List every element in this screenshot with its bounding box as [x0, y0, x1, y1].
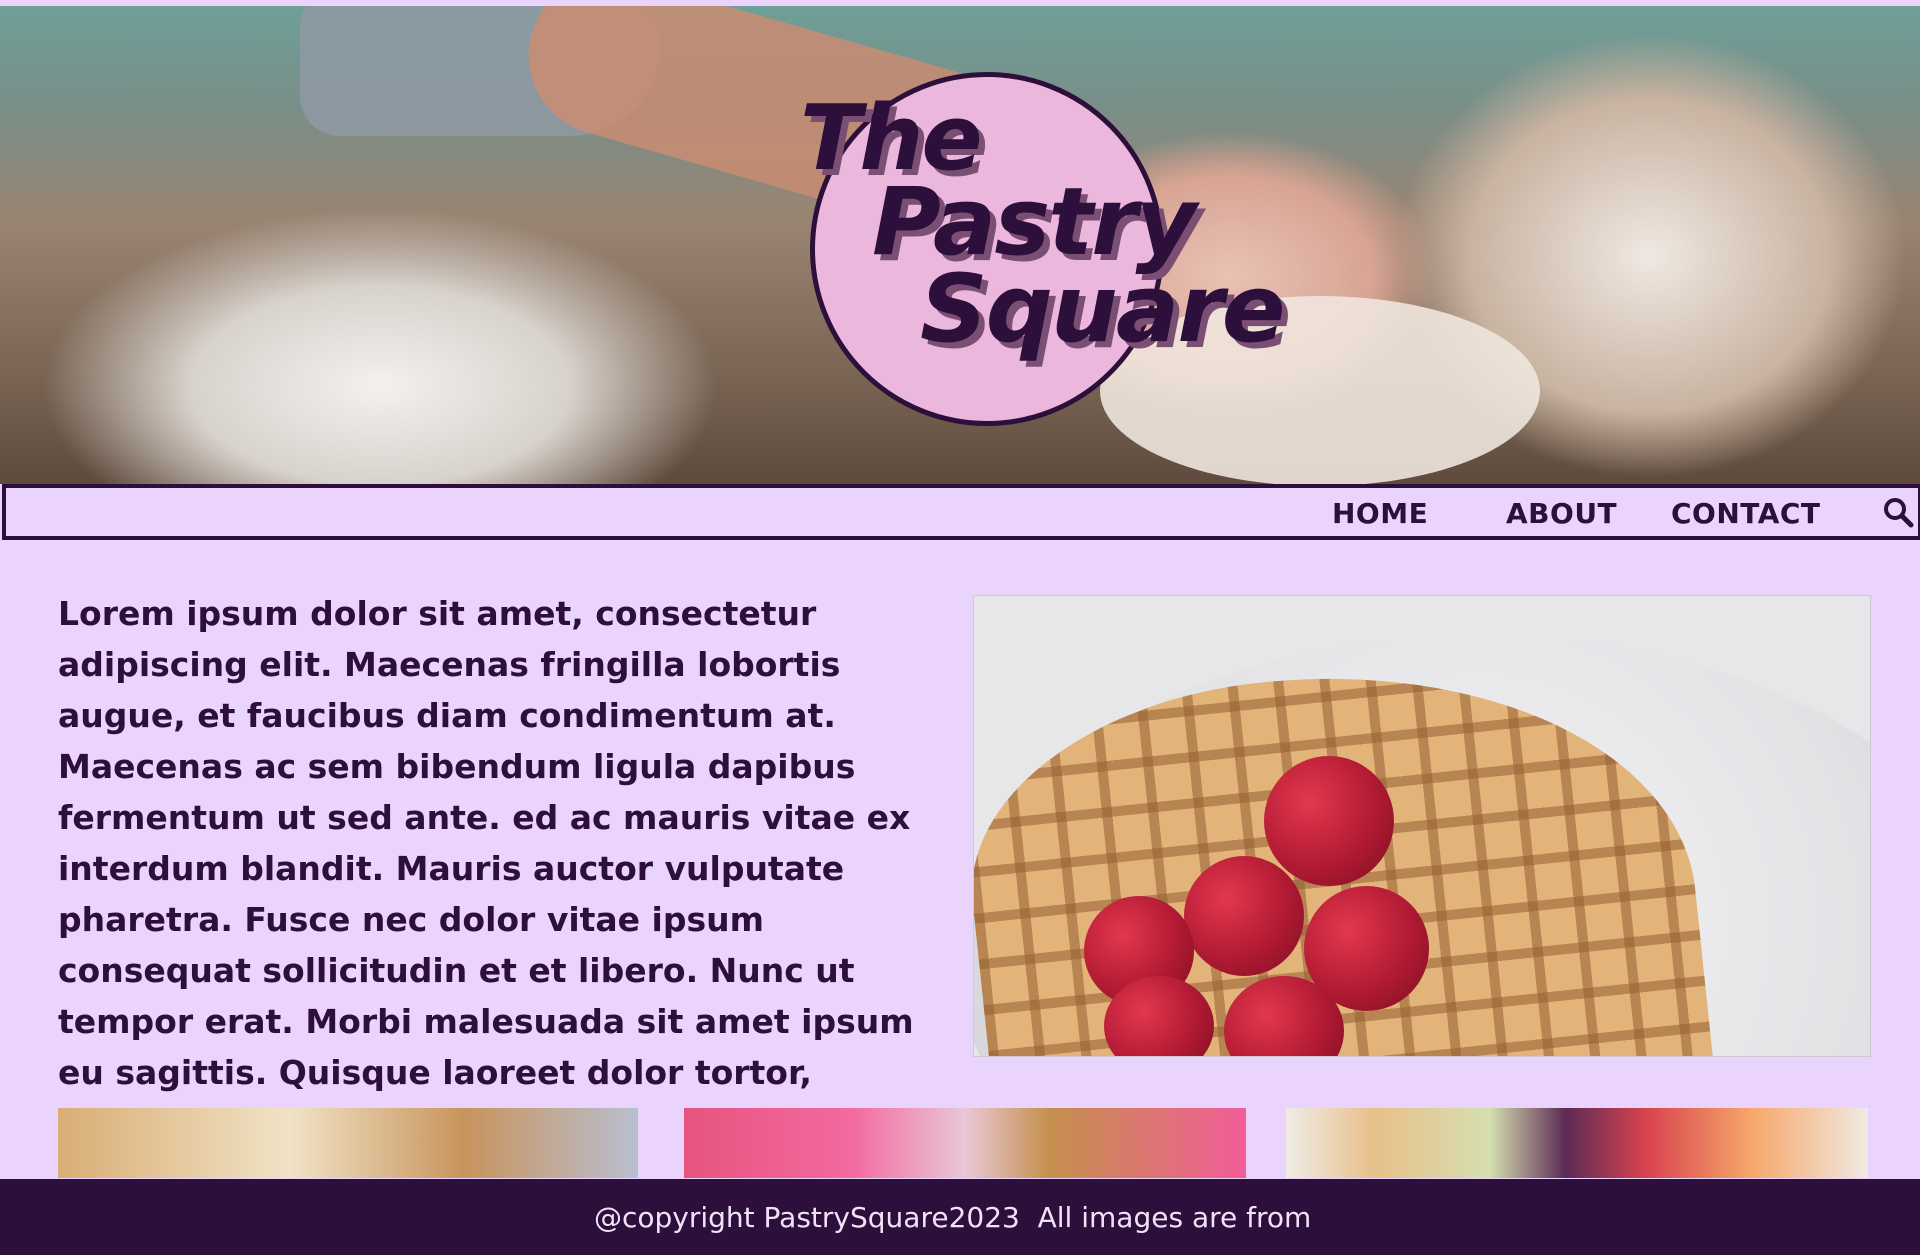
gallery-image-fruit-tarts[interactable]	[1286, 1108, 1868, 1178]
gallery-image-cream-puffs[interactable]	[58, 1108, 638, 1178]
raspberry	[1184, 856, 1304, 976]
nav-bar: HOME ABOUT CONTACT	[2, 484, 1920, 540]
nav-contact-link[interactable]: CONTACT	[1671, 497, 1821, 530]
logo-text-square: Square	[920, 255, 1285, 364]
footer-copyright: @copyright PastrySquare2023 All images a…	[594, 1201, 1312, 1234]
raspberry	[1264, 756, 1394, 886]
gallery-image-cupcakes[interactable]	[684, 1108, 1246, 1178]
search-icon[interactable]	[1882, 496, 1914, 528]
footer: @copyright PastrySquare2023 All images a…	[0, 1179, 1920, 1255]
waffle-image	[973, 595, 1871, 1057]
nav-home-link[interactable]: HOME	[1332, 497, 1428, 530]
nav-about-link[interactable]: ABOUT	[1506, 497, 1617, 530]
intro-paragraph: Lorem ipsum dolor sit amet, consectetur …	[58, 594, 914, 1143]
